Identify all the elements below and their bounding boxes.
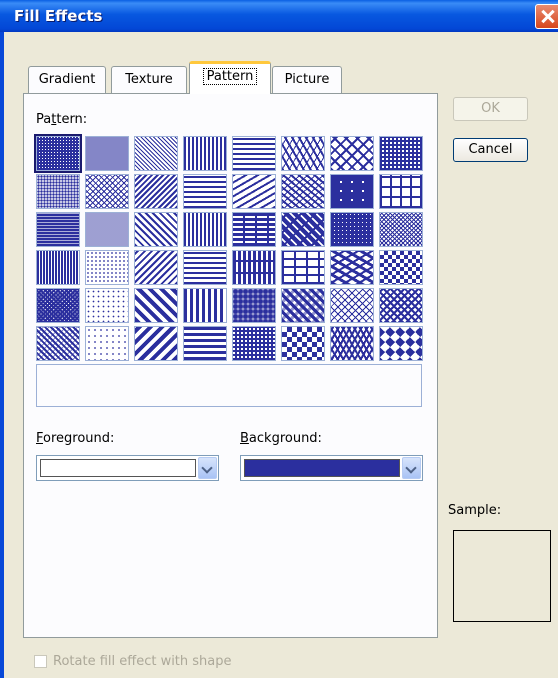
sample-preview <box>453 530 551 622</box>
pattern-swatch-diag-up-fine[interactable] <box>134 174 178 209</box>
pattern-swatch-diag-up-dash[interactable] <box>232 174 276 209</box>
pattern-label: Pattern: <box>36 112 88 127</box>
pattern-swatch-dots-heavy[interactable] <box>36 212 80 247</box>
pattern-swatch-dots-sparse[interactable] <box>85 250 129 285</box>
pattern-swatch-vert-brick[interactable] <box>232 250 276 285</box>
pattern-swatch-dots-very-sparse[interactable] <box>85 288 129 323</box>
pattern-swatch-horiz-brick[interactable] <box>232 212 276 247</box>
background-color-swatch <box>244 459 400 477</box>
tab-texture[interactable]: Texture <box>111 66 187 93</box>
pattern-swatch-diag-up-wide[interactable] <box>134 326 178 361</box>
pattern-swatch-weave-dense[interactable] <box>330 212 374 247</box>
sample-label: Sample: <box>448 503 502 518</box>
pattern-swatch-plaid[interactable] <box>36 326 80 361</box>
pattern-swatch-horiz-wide[interactable] <box>183 326 227 361</box>
pattern-swatch-grid-large-dotted[interactable] <box>330 174 374 209</box>
pattern-swatch-sphere[interactable] <box>232 288 276 323</box>
pattern-swatch-shingle[interactable] <box>330 250 374 285</box>
pattern-swatch-divot[interactable] <box>330 326 374 361</box>
pattern-swatch-cross-diag-fine[interactable] <box>85 174 129 209</box>
tab-pattern[interactable]: Pattern <box>189 61 271 94</box>
foreground-label: Foreground: <box>36 431 115 446</box>
pattern-swatch-diag-down-fine[interactable] <box>134 136 178 171</box>
pattern-panel: Pattern: Foreground: Background: <box>23 93 438 638</box>
ok-button[interactable]: OK <box>453 97 528 121</box>
rotate-fill-label: Rotate fill effect with shape <box>53 654 232 669</box>
fill-effects-dialog: Fill Effects Gradient Texture Pattern Pi… <box>0 0 558 678</box>
pattern-swatch-grid-large[interactable] <box>379 174 423 209</box>
pattern-swatch-vert-medium[interactable] <box>183 212 227 247</box>
pattern-swatch-dotted-diamond[interactable] <box>330 288 374 323</box>
chevron-down-icon[interactable] <box>402 457 421 479</box>
pattern-swatch-zigzag[interactable] <box>281 174 325 209</box>
pattern-swatch-diag-down-wide[interactable] <box>134 288 178 323</box>
pattern-swatch-horiz-fine[interactable] <box>183 174 227 209</box>
pattern-swatch-cross-diag-light[interactable] <box>379 212 423 247</box>
pattern-swatch-dots-fine[interactable] <box>85 136 129 171</box>
pattern-name-box <box>36 364 422 407</box>
pattern-swatch-diamond-outline[interactable] <box>330 136 374 171</box>
pattern-swatch-dots-light[interactable] <box>85 212 129 247</box>
pattern-swatch-checker-large[interactable] <box>281 326 325 361</box>
foreground-color-dropdown[interactable] <box>36 455 219 481</box>
pattern-swatch-vert-wide[interactable] <box>183 288 227 323</box>
pattern-swatch-horiz-dash[interactable] <box>232 136 276 171</box>
pattern-swatch-diag-down-medium[interactable] <box>134 212 178 247</box>
background-color-dropdown[interactable] <box>240 455 423 481</box>
foreground-color-swatch <box>40 459 196 477</box>
pattern-grid <box>34 134 423 361</box>
rotate-fill-checkbox[interactable] <box>34 655 47 668</box>
pattern-swatch-trellis[interactable] <box>232 326 276 361</box>
close-icon[interactable] <box>535 4 558 29</box>
title-bar: Fill Effects <box>0 0 558 32</box>
window-frame <box>0 32 4 678</box>
pattern-swatch-checker-small[interactable] <box>379 250 423 285</box>
pattern-swatch-checker-diag[interactable] <box>36 288 80 323</box>
pattern-swatch-diamond-lattice[interactable] <box>379 288 423 323</box>
pattern-swatch-dots-tiny[interactable] <box>85 326 129 361</box>
cancel-button[interactable]: Cancel <box>453 138 528 162</box>
window-title: Fill Effects <box>14 7 103 25</box>
pattern-swatch-dots-dense[interactable] <box>34 134 82 173</box>
pattern-swatch-grid-fine[interactable] <box>379 136 423 171</box>
background-label: Background: <box>240 431 322 446</box>
pattern-swatch-brick[interactable] <box>281 250 325 285</box>
pattern-swatch-diamond-solid[interactable] <box>379 326 423 361</box>
pattern-swatch-dots-medium[interactable] <box>36 174 80 209</box>
pattern-swatch-diag-brick[interactable] <box>281 212 325 247</box>
tab-gradient[interactable]: Gradient <box>28 66 106 93</box>
pattern-swatch-diag-up-medium[interactable] <box>134 250 178 285</box>
pattern-swatch-wave[interactable] <box>281 136 325 171</box>
pattern-swatch-weave[interactable] <box>281 288 325 323</box>
pattern-swatch-vert-fine[interactable] <box>183 136 227 171</box>
chevron-down-icon[interactable] <box>198 457 217 479</box>
pattern-swatch-vert-dash[interactable] <box>36 250 80 285</box>
tab-picture[interactable]: Picture <box>272 66 342 93</box>
pattern-swatch-horiz-medium[interactable] <box>183 250 227 285</box>
